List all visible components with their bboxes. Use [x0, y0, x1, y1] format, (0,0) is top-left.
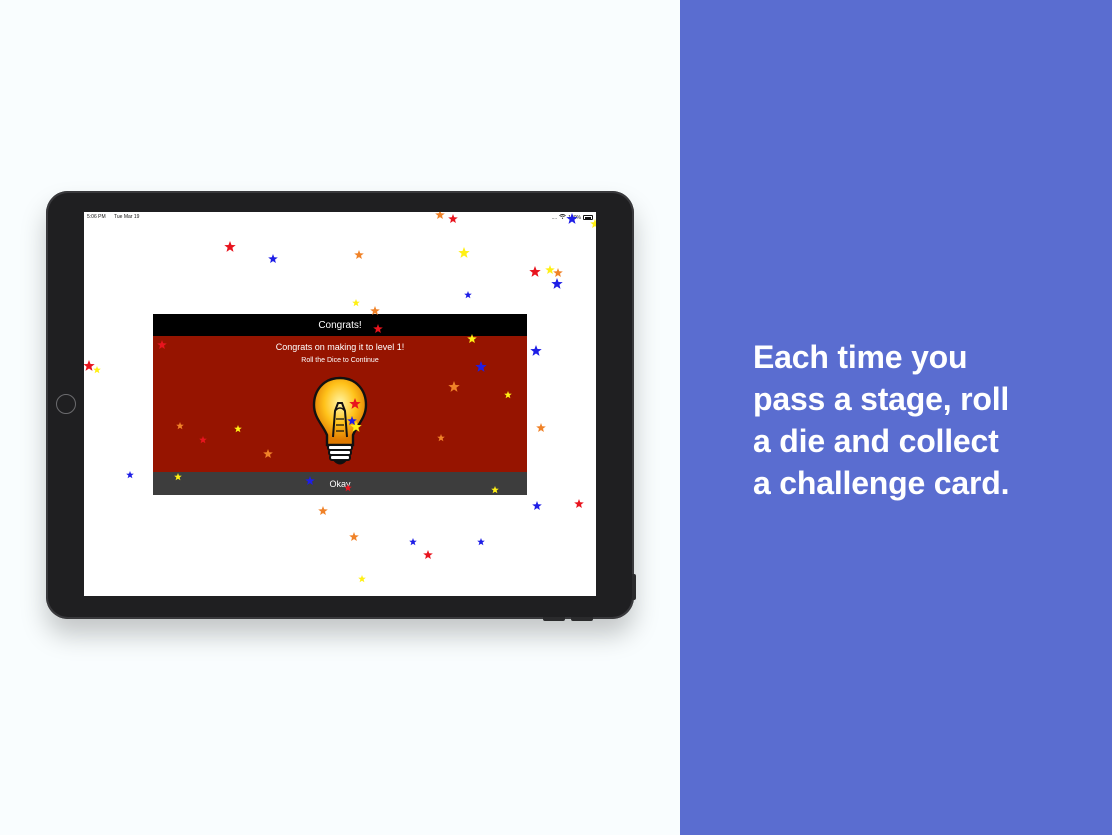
wifi-icon	[559, 214, 567, 221]
caption-line: a die and collect	[753, 423, 999, 459]
star-icon	[574, 499, 584, 508]
caption-panel: Each time you pass a stage, roll a die a…	[680, 0, 1112, 835]
caption-line: Each time you	[753, 339, 968, 375]
star-icon	[423, 550, 433, 559]
caption-line: a challenge card.	[753, 465, 1010, 501]
signal-dots: ....	[551, 214, 558, 221]
home-button	[56, 394, 76, 414]
star-icon	[409, 538, 417, 546]
ipad-frame: 5:06 PM Tue Mar 19 .... 100% Congrats! C…	[46, 191, 636, 621]
dialog-message: Congrats on making it to level 1!	[275, 342, 405, 352]
star-icon	[268, 254, 278, 263]
volume-up-button	[543, 617, 565, 621]
star-icon	[553, 268, 563, 277]
caption-text: Each time you pass a stage, roll a die a…	[753, 336, 1093, 504]
app-screen: 5:06 PM Tue Mar 19 .... 100% Congrats! C…	[84, 212, 596, 596]
star-icon	[126, 471, 134, 479]
star-icon	[464, 291, 472, 299]
star-icon	[532, 501, 542, 510]
star-icon	[477, 538, 485, 546]
status-time: 5:06 PM	[87, 214, 106, 220]
status-bar: 5:06 PM Tue Mar 19 .... 100%	[84, 212, 596, 221]
star-icon	[458, 247, 470, 258]
star-icon	[84, 360, 95, 371]
star-icon	[318, 506, 328, 515]
status-right: .... 100%	[552, 214, 593, 221]
congrats-dialog: Congrats! Congrats on making it to level…	[153, 314, 527, 495]
star-icon	[358, 575, 366, 583]
star-icon	[551, 278, 563, 289]
dialog-title: Congrats!	[153, 314, 527, 336]
okay-button[interactable]: Okay	[153, 472, 527, 495]
dialog-subtitle: Roll the Dice to Continue	[301, 357, 379, 364]
battery-percent: 100%	[568, 214, 581, 221]
star-icon	[352, 299, 360, 307]
star-icon	[224, 241, 236, 252]
star-icon	[93, 366, 101, 374]
star-icon	[545, 265, 555, 274]
lightbulb-icon	[312, 376, 368, 465]
star-icon	[529, 266, 541, 277]
volume-down-button	[571, 617, 593, 621]
left-pane: 5:06 PM Tue Mar 19 .... 100% Congrats! C…	[0, 0, 680, 835]
power-button	[632, 574, 636, 600]
star-icon	[354, 250, 364, 259]
dialog-body: Congrats on making it to level 1! Roll t…	[153, 336, 527, 472]
caption-line: pass a stage, roll	[753, 381, 1010, 417]
status-date: Tue Mar 19	[114, 214, 140, 220]
battery-icon	[583, 215, 593, 220]
star-icon	[349, 532, 359, 541]
star-icon	[536, 423, 546, 432]
star-icon	[530, 345, 542, 356]
